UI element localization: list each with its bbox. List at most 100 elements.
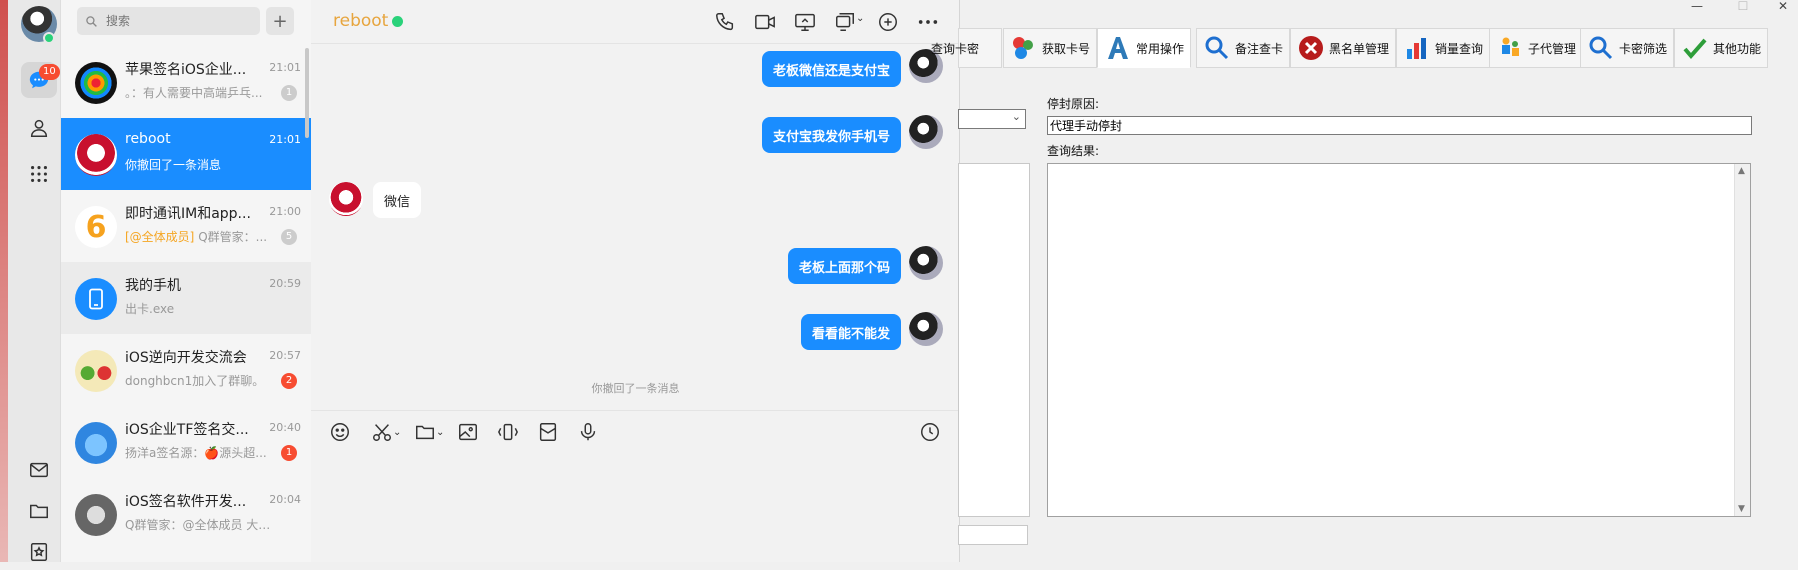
conversation-item[interactable]: iOS签名软件开发... 20:04 Q群管家：@全体成员 大家... bbox=[61, 478, 311, 550]
remote-assist-button[interactable]: ⌄ bbox=[834, 11, 868, 33]
minimize-icon: — bbox=[1691, 0, 1703, 13]
conversation-item[interactable]: 苹果签名iOS企业... 21:01 。：有人需要中高端乒乓... 1 bbox=[61, 46, 311, 118]
tab-blacklist[interactable]: 黑名单管理 bbox=[1290, 28, 1397, 68]
group-avatar bbox=[75, 494, 117, 536]
chevron-down-icon: ⌄ bbox=[393, 426, 402, 438]
voice-call-button[interactable] bbox=[714, 11, 738, 33]
tab-label: 常用操作 bbox=[1136, 41, 1185, 56]
conversation-preview: [@全体成员] Q群管家：... bbox=[125, 228, 275, 245]
tab-common-ops[interactable]: 常用操作 bbox=[1097, 28, 1192, 68]
screenshot-button[interactable]: ⌄ bbox=[371, 420, 407, 444]
tab-other[interactable]: 其他功能 bbox=[1674, 28, 1769, 68]
screen-share-button[interactable] bbox=[794, 11, 818, 33]
add-member-button[interactable] bbox=[877, 11, 901, 33]
conversation-time: 21:01 bbox=[269, 61, 301, 74]
tab-label: 销量查询 bbox=[1435, 41, 1484, 56]
search-icon bbox=[86, 15, 97, 27]
conversation-time: 21:01 bbox=[269, 133, 301, 146]
conversation-list: + 苹果签名iOS企业... 21:01 。：有人需要中高端乒乓... 1 re… bbox=[61, 0, 311, 562]
conversation-time: 20:40 bbox=[269, 421, 301, 434]
folder-icon bbox=[30, 504, 48, 519]
type-select[interactable]: ⌄ bbox=[958, 109, 1026, 129]
tab-get-card[interactable]: 获取卡号 bbox=[1003, 28, 1098, 68]
maximize-icon: ☐ bbox=[1737, 0, 1749, 13]
result-scrollbar[interactable]: ▲ ▼ bbox=[1734, 164, 1750, 516]
list-scrollbar[interactable] bbox=[305, 48, 309, 138]
nav-apps-button[interactable] bbox=[21, 156, 57, 192]
left-list-panel[interactable] bbox=[958, 163, 1030, 517]
clock-icon bbox=[921, 423, 939, 441]
input-divider bbox=[311, 410, 960, 411]
bookmark-star-icon bbox=[30, 543, 48, 561]
conversation-name: reboot bbox=[125, 131, 171, 147]
tab-query-card[interactable]: 查询卡密 bbox=[931, 28, 1002, 68]
tab-card-filter[interactable]: 卡密筛选 bbox=[1580, 28, 1675, 68]
conversation-preview: donghbcn1加入了群聊。 bbox=[125, 374, 265, 388]
message-bubble-contact[interactable]: 微信 bbox=[373, 182, 422, 218]
send-file-button[interactable]: ⌄ bbox=[414, 420, 450, 444]
query-result-area[interactable]: ▲ ▼ bbox=[1047, 163, 1751, 517]
message-bubble-self[interactable]: 老板微信还是支付宝 bbox=[761, 51, 901, 87]
conversation-name: 我的手机 bbox=[125, 278, 181, 294]
conversation-item[interactable]: iOS企业TF签名交... 20:40 扬洋a签名源：🍎源头超... 1 bbox=[61, 406, 311, 478]
message-bubble-self[interactable]: 看看能不能发 bbox=[800, 314, 901, 350]
message-bubble-self[interactable]: 老板上面那个码 bbox=[787, 248, 901, 284]
chat-header: reboot ⌄ bbox=[311, 0, 960, 44]
voice-message-button[interactable] bbox=[577, 420, 605, 444]
create-button[interactable]: + bbox=[266, 7, 294, 35]
tab-label: 卡密筛选 bbox=[1619, 41, 1668, 56]
history-button[interactable] bbox=[919, 420, 947, 444]
minimize-button[interactable]: — bbox=[1682, 0, 1712, 14]
left-input[interactable] bbox=[958, 525, 1028, 545]
window-edge bbox=[0, 0, 8, 562]
card-manager-app: — ☐ ✕ 查询卡密 获取卡号 常用操作 备注查卡 黑名单管理 销量查询 子代管… bbox=[931, 0, 1798, 562]
conversation-item[interactable]: iOS逆向开发交流会 20:57 donghbcn1加入了群聊。 2 bbox=[61, 334, 311, 406]
emoji-button[interactable] bbox=[329, 420, 357, 444]
self-avatar[interactable] bbox=[909, 115, 943, 149]
send-image-button[interactable] bbox=[457, 420, 485, 444]
tab-sub-agent[interactable]: 子代管理 bbox=[1489, 28, 1584, 68]
online-status-dot bbox=[43, 32, 55, 44]
close-icon: ✕ bbox=[1777, 0, 1789, 13]
nav-mail-button[interactable] bbox=[21, 452, 57, 488]
mention-tag: [@全体成员] bbox=[125, 230, 195, 244]
conversation-item-active[interactable]: reboot 21:01 你撤回了一条消息 bbox=[61, 118, 311, 190]
contact-avatar[interactable] bbox=[329, 182, 363, 216]
nav-chat-button[interactable]: 10 bbox=[21, 62, 60, 98]
more-button[interactable] bbox=[917, 11, 941, 33]
ban-reason-field[interactable] bbox=[1047, 116, 1752, 135]
bar-chart-icon bbox=[1403, 34, 1431, 62]
conversation-item[interactable]: 我的手机 20:59 出卡.exe bbox=[61, 262, 311, 334]
tab-label: 黑名单管理 bbox=[1329, 41, 1390, 56]
nav-files-button[interactable] bbox=[21, 493, 57, 529]
ban-reason-input[interactable] bbox=[1050, 118, 1749, 132]
green-check-icon bbox=[1681, 34, 1709, 62]
red-packet-button[interactable] bbox=[537, 420, 565, 444]
close-button[interactable]: ✕ bbox=[1768, 0, 1798, 14]
scroll-down-icon: ▼ bbox=[1738, 504, 1745, 514]
chat-window: reboot ⌄ 老板微信还是支付宝 支付宝我发你手机号 微信 老板上面那个码 … bbox=[311, 0, 960, 562]
letter-a-icon bbox=[1104, 34, 1132, 62]
self-avatar[interactable] bbox=[909, 246, 943, 280]
self-avatar[interactable] bbox=[909, 312, 943, 346]
nav-contacts-button[interactable] bbox=[21, 110, 57, 146]
video-call-button[interactable] bbox=[754, 11, 778, 33]
search-box[interactable] bbox=[77, 7, 260, 35]
conversation-item[interactable]: 6 即时通讯IM和app... 21:00 [@全体成员] Q群管家：... 5 bbox=[61, 190, 311, 262]
tab-sales-query[interactable]: 销量查询 bbox=[1396, 28, 1491, 68]
maximize-button[interactable]: ☐ bbox=[1728, 0, 1758, 14]
shake-button[interactable] bbox=[497, 420, 525, 444]
message-bubble-self[interactable]: 支付宝我发你手机号 bbox=[761, 117, 901, 153]
tab-remark-query[interactable]: 备注查卡 bbox=[1196, 28, 1291, 68]
vibrate-icon bbox=[498, 423, 518, 441]
tab-label: 获取卡号 bbox=[1042, 41, 1091, 56]
query-result-text bbox=[1048, 164, 1750, 170]
search-input[interactable] bbox=[104, 13, 244, 29]
screen-share-icon bbox=[795, 13, 815, 31]
grid-dots-icon bbox=[31, 166, 47, 182]
nav-favorites-button[interactable] bbox=[21, 534, 57, 570]
conversation-preview: 扬洋a签名源：🍎源头超... bbox=[125, 446, 267, 460]
conversation-preview: 。：有人需要中高端乒乓... bbox=[125, 86, 263, 100]
plus-circle-icon bbox=[879, 13, 897, 31]
magnifier-icon bbox=[1587, 34, 1615, 62]
